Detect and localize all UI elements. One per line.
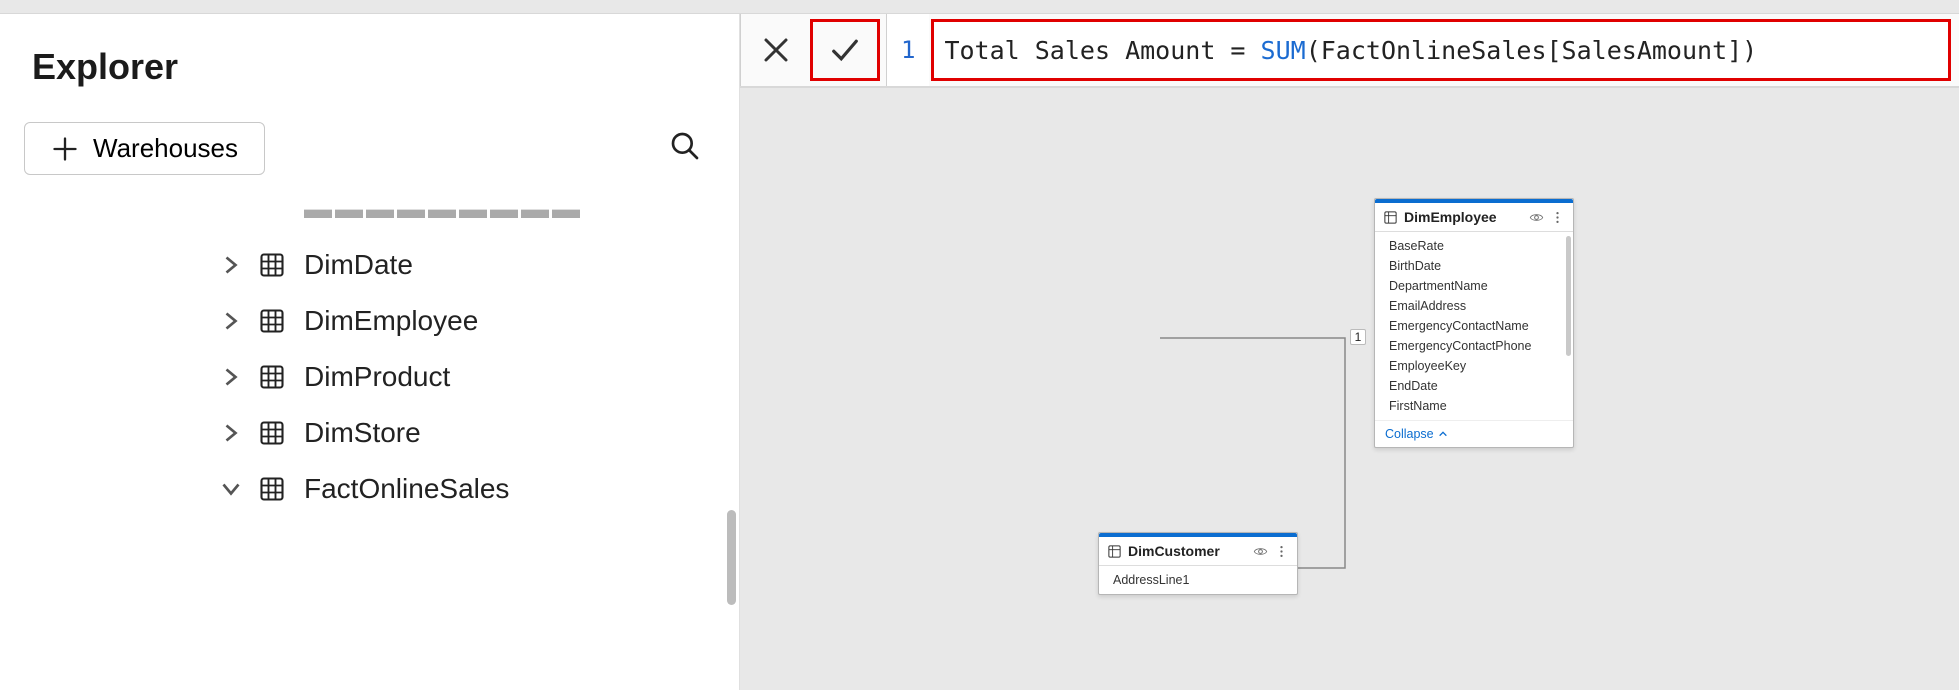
table-field[interactable]: FirstName <box>1375 396 1573 416</box>
table-field[interactable]: EmergencyContactPhone <box>1375 336 1573 356</box>
tree-item-dimstore[interactable]: DimStore <box>24 405 715 461</box>
formula-line-number: 1 <box>886 14 929 86</box>
chevron-right-icon <box>222 424 240 442</box>
sidebar-scrollbar[interactable] <box>727 510 736 605</box>
tree-item-cutoff[interactable]: ▬▬▬▬▬▬▬▬▬ <box>24 193 715 237</box>
checkmark-icon <box>830 35 860 65</box>
dax-function: SUM <box>1261 36 1306 65</box>
chevron-down-icon <box>222 480 240 498</box>
dax-args: (FactOnlineSales[SalesAmount]) <box>1306 36 1758 65</box>
table-icon <box>258 475 286 503</box>
table-icon <box>1383 210 1398 225</box>
object-tree: ▬▬▬▬▬▬▬▬▬ DimDate DimEmployee DimProduct <box>24 193 715 517</box>
tree-item-label: DimStore <box>304 417 421 449</box>
table-card-dimcustomer[interactable]: DimCustomer AddressLine1 <box>1098 532 1298 595</box>
chevron-right-icon <box>222 368 240 386</box>
table-card-title: DimEmployee <box>1404 209 1523 225</box>
search-icon <box>669 130 701 162</box>
model-canvas-area: 1 Total Sales Amount = SUM(FactOnlineSal… <box>740 14 1959 690</box>
table-icon <box>258 419 286 447</box>
table-field[interactable]: EmailAddress <box>1375 296 1573 316</box>
table-card-dimemployee[interactable]: DimEmployee BaseRate BirthDate Departmen… <box>1374 198 1574 448</box>
tree-item-label: DimEmployee <box>304 305 478 337</box>
warehouses-label: Warehouses <box>93 133 238 164</box>
collapse-button[interactable]: Collapse <box>1375 420 1573 447</box>
more-icon[interactable] <box>1550 210 1565 225</box>
table-field[interactable]: EmployeeKey <box>1375 356 1573 376</box>
explorer-title: Explorer <box>32 46 707 88</box>
table-field[interactable]: AddressLine1 <box>1099 570 1297 590</box>
tree-item-dimemployee[interactable]: DimEmployee <box>24 293 715 349</box>
formula-confirm-button[interactable] <box>810 19 880 81</box>
table-card-title: DimCustomer <box>1128 543 1247 559</box>
visibility-icon[interactable] <box>1253 544 1268 559</box>
table-field[interactable]: EndDate <box>1375 376 1573 396</box>
table-field[interactable]: EmergencyContactName <box>1375 316 1573 336</box>
table-icon <box>258 307 286 335</box>
visibility-icon[interactable] <box>1529 210 1544 225</box>
more-icon[interactable] <box>1274 544 1289 559</box>
chevron-up-icon <box>1438 429 1448 439</box>
chevron-right-icon <box>222 256 240 274</box>
table-icon <box>258 363 286 391</box>
tree-item-label: DimProduct <box>304 361 450 393</box>
tree-item-dimproduct[interactable]: DimProduct <box>24 349 715 405</box>
formula-cancel-button[interactable] <box>740 14 810 86</box>
add-warehouse-button[interactable]: Warehouses <box>24 122 265 175</box>
relationship-line <box>740 88 1959 690</box>
dax-prefix: Total Sales Amount = <box>944 36 1260 65</box>
relationship-cardinality: 1 <box>1350 329 1366 345</box>
plus-icon <box>51 135 79 163</box>
table-icon <box>258 251 286 279</box>
search-button[interactable] <box>655 124 715 173</box>
explorer-sidebar: Explorer Warehouses ▬▬▬▬▬▬▬▬▬ DimDate <box>0 14 740 690</box>
card-scrollbar[interactable] <box>1566 236 1571 356</box>
model-canvas[interactable]: 1 DimEmployee BaseRate BirthDate Departm… <box>740 88 1959 690</box>
formula-input[interactable]: Total Sales Amount = SUM(FactOnlineSales… <box>931 19 1951 81</box>
tree-item-factonlinesales[interactable]: FactOnlineSales <box>24 461 715 517</box>
table-field[interactable]: DepartmentName <box>1375 276 1573 296</box>
formula-bar: 1 Total Sales Amount = SUM(FactOnlineSal… <box>740 14 1959 88</box>
chevron-right-icon <box>222 312 240 330</box>
tree-item-label: FactOnlineSales <box>304 473 509 505</box>
table-field[interactable]: BaseRate <box>1375 236 1573 256</box>
table-icon <box>1107 544 1122 559</box>
tree-item-dimdate[interactable]: DimDate <box>24 237 715 293</box>
tree-item-label: DimDate <box>304 249 413 281</box>
table-field[interactable]: BirthDate <box>1375 256 1573 276</box>
close-icon <box>761 35 791 65</box>
